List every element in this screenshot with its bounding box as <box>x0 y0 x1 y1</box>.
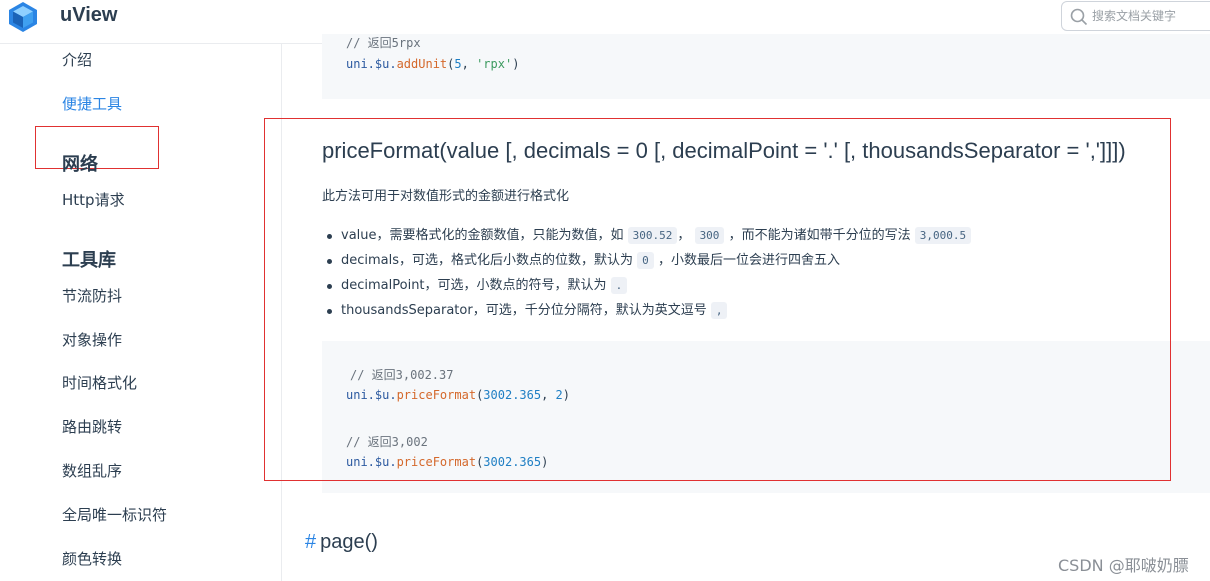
heading-text: page() <box>320 531 378 553</box>
code-token: addUnit <box>396 57 448 71</box>
code-comment: // 返回5rpx <box>346 36 421 50</box>
search-box[interactable] <box>1061 1 1210 31</box>
highlight-box-section <box>264 118 1171 481</box>
sidebar-item-color[interactable]: 颜色转换 <box>62 548 122 569</box>
code-line: uni.$u.addUnit(5, 'rpx') <box>346 57 519 71</box>
sidebar-item-utilities[interactable]: 便捷工具 <box>62 93 122 114</box>
sidebar-group-network: 网络 <box>62 154 98 175</box>
code-token: 5 <box>454 57 462 71</box>
sidebar-item-object[interactable]: 对象操作 <box>62 329 122 350</box>
code-token: uni.$u. <box>346 57 397 71</box>
code-token: ) <box>512 57 520 71</box>
sidebar-item-http[interactable]: Http请求 <box>62 189 125 210</box>
brand-title[interactable]: uView <box>60 4 117 27</box>
sidebar-item-time-format[interactable]: 时间格式化 <box>62 372 137 393</box>
sidebar-item-throttle[interactable]: 节流防抖 <box>62 285 122 306</box>
sidebar: 介绍 便捷工具 网络 Http请求 工具库 节流防抖 对象操作 时间格式化 路由… <box>0 44 282 581</box>
uview-logo-icon[interactable] <box>6 0 40 34</box>
sidebar-item-guid[interactable]: 全局唯一标识符 <box>62 504 167 525</box>
search-icon <box>1070 8 1088 26</box>
watermark: CSDN @耶啵奶膘 <box>1058 556 1189 575</box>
main-content: // 返回5rpx uni.$u.addUnit(5, 'rpx') price… <box>264 34 1210 581</box>
sidebar-item-route[interactable]: 路由跳转 <box>62 416 122 437</box>
sidebar-item-intro[interactable]: 介绍 <box>62 49 92 70</box>
code-token: , <box>461 57 477 71</box>
code-block-addunit: // 返回5rpx uni.$u.addUnit(5, 'rpx') <box>322 34 1210 99</box>
sidebar-item-shuffle[interactable]: 数组乱序 <box>62 460 122 481</box>
code-token: 'rpx' <box>476 57 513 71</box>
sidebar-group-tools: 工具库 <box>62 250 116 271</box>
search-input[interactable] <box>1092 6 1210 26</box>
heading-anchor-link[interactable]: # <box>305 531 316 553</box>
section-heading-page: # page() <box>305 531 378 554</box>
